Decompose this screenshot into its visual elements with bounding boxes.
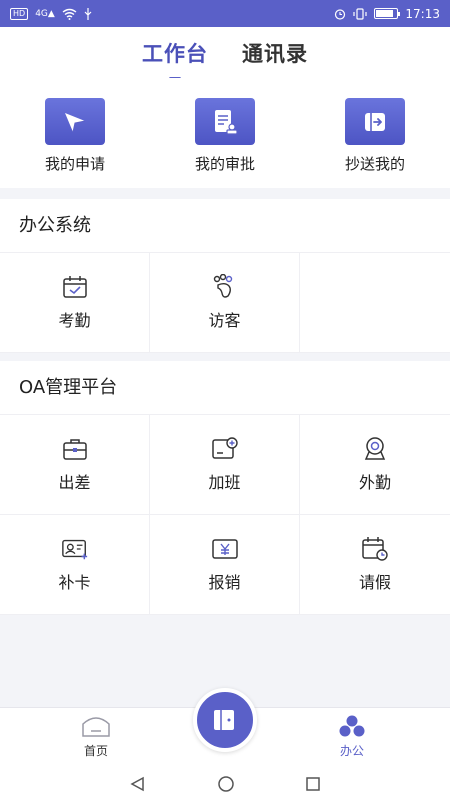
clock-time: 17:13: [405, 6, 440, 21]
reimbursement-button[interactable]: 报销: [150, 515, 300, 615]
briefcase-icon: [61, 436, 89, 462]
battery-icon: [374, 8, 401, 19]
quick-actions: 我的申请 我的审批 抄送我的: [0, 78, 450, 188]
home-icon: [82, 717, 110, 737]
attendance-label: 考勤: [58, 311, 91, 330]
screen-clock-icon: [211, 436, 239, 462]
punch-card-fix-label: 补卡: [58, 573, 91, 592]
overtime-label: 加班: [208, 473, 241, 492]
nav-home-label: 首页: [83, 744, 108, 758]
home-circle-icon[interactable]: [217, 775, 235, 793]
center-action-button[interactable]: [193, 688, 257, 752]
document-stamp-icon: [195, 98, 255, 145]
my-approvals-button[interactable]: 我的审批: [150, 78, 300, 188]
office-system-title: 办公系统: [0, 199, 450, 253]
yen-receipt-icon: [211, 536, 239, 562]
signal-icon: 4G▲: [35, 8, 55, 19]
oa-platform-grid: 出差 加班 外勤 补卡 报销 请假: [0, 415, 450, 615]
recents-square-icon[interactable]: [305, 776, 321, 792]
cc-to-me-button[interactable]: 抄送我的: [300, 78, 450, 188]
nav-home[interactable]: 首页: [56, 714, 136, 759]
id-card-add-icon: [61, 536, 89, 562]
cc-to-me-label: 抄送我的: [344, 155, 405, 173]
empty-cell: [300, 253, 450, 353]
paper-plane-icon: [45, 98, 105, 145]
field-work-button[interactable]: 外勤: [300, 415, 450, 515]
nav-office-label: 办公: [339, 744, 364, 758]
wifi-icon: [62, 8, 77, 20]
business-trip-label: 出差: [58, 473, 91, 492]
top-tab-bar: 工作台 通讯录: [0, 27, 450, 80]
tab-contacts[interactable]: 通讯录: [242, 38, 308, 68]
my-approvals-label: 我的审批: [194, 155, 255, 173]
oa-platform-title: OA管理平台: [0, 361, 450, 415]
door-icon: [214, 710, 234, 730]
business-trip-button[interactable]: 出差: [0, 415, 150, 515]
back-triangle-icon[interactable]: [129, 776, 147, 792]
calendar-clock-icon: [361, 536, 389, 562]
overtime-button[interactable]: 加班: [150, 415, 300, 515]
alarm-icon: [335, 8, 346, 20]
footprints-icon: [211, 274, 239, 300]
tab-workbench[interactable]: 工作台: [142, 38, 208, 80]
hd-badge: HD: [10, 7, 29, 20]
nav-office[interactable]: 办公: [312, 714, 392, 759]
reimbursement-label: 报销: [208, 573, 241, 592]
my-applications-button[interactable]: 我的申请: [0, 78, 150, 188]
leave-request-label: 请假: [358, 573, 391, 592]
signal-label: 4G: [35, 8, 48, 19]
office-system-grid: 考勤 访客: [0, 253, 450, 353]
punch-card-fix-button[interactable]: 补卡: [0, 515, 150, 615]
field-work-label: 外勤: [358, 473, 391, 492]
office-system-section: 办公系统 考勤 访客: [0, 199, 450, 353]
office-cluster-icon: [339, 715, 365, 737]
attendance-button[interactable]: 考勤: [0, 253, 150, 353]
visitor-button[interactable]: 访客: [150, 253, 300, 353]
calendar-check-icon: [61, 274, 89, 300]
location-pin-icon: [361, 436, 389, 462]
system-nav-bar: [0, 767, 450, 800]
visitor-label: 访客: [208, 311, 241, 330]
usb-icon: [84, 7, 92, 20]
my-applications-label: 我的申请: [44, 155, 105, 173]
exit-arrow-icon: [345, 98, 405, 145]
status-bar: HD 4G▲ 17:13: [0, 0, 450, 27]
vibrate-icon: [353, 7, 368, 20]
oa-platform-section: OA管理平台 出差 加班 外勤 补卡 报销 请假: [0, 361, 450, 615]
leave-request-button[interactable]: 请假: [300, 515, 450, 615]
